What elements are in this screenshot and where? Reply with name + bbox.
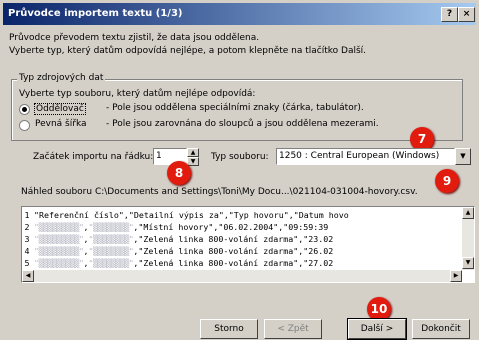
intro-line-2: Vyberte typ, který datům odpovídá nejlép… (9, 46, 367, 56)
file-type-dropdown-arrow[interactable]: ▼ (455, 148, 471, 165)
preview-label: Náhled souboru C:\Documents and Settings… (21, 187, 418, 197)
scroll-up-arrow-icon[interactable]: ▲ (462, 207, 474, 219)
finish-button[interactable]: Dokončit (412, 319, 470, 339)
source-type-prompt: Vyberte typ souboru, který datům nejlépe… (19, 89, 256, 99)
back-button[interactable]: < Zpět (264, 319, 322, 339)
start-row-spin-up[interactable]: ▲ (187, 148, 199, 157)
help-button[interactable]: ? (441, 7, 458, 22)
scroll-right-arrow-icon[interactable]: ▶ (450, 270, 462, 282)
start-row-label: Začátek importu na řádku: (33, 152, 154, 162)
callout-10: 10 (367, 297, 391, 321)
delimited-label[interactable]: Oddělovač (34, 103, 86, 115)
fixed-width-radio[interactable] (19, 120, 30, 131)
delimited-radio[interactable] (19, 104, 30, 115)
delimited-description: - Pole jsou oddělena speciálními znaky (… (106, 103, 364, 113)
next-button[interactable]: Další > (347, 318, 407, 340)
intro-line-1: Průvodce převodem textu zjistil, že data… (9, 33, 260, 43)
fixed-width-description: - Pole jsou zarovnána do sloupců a jsou … (106, 119, 379, 129)
preview-vertical-scrollbar[interactable]: ▲ ▼ (462, 207, 474, 270)
file-type-select[interactable]: 1250 : Central European (Windows) (276, 148, 455, 165)
title-bar: Průvodce importem textu (1/3) ? × (3, 3, 476, 25)
scroll-left-arrow-icon[interactable]: ◀ (22, 270, 34, 282)
preview-horizontal-scrollbar[interactable]: ◀ ▶ (22, 270, 462, 282)
import-wizard-dialog: Průvodce importem textu (1/3) ? × Průvod… (0, 0, 479, 340)
fixed-width-label[interactable]: Pevná šířka (35, 119, 87, 129)
callout-9: 9 (435, 169, 459, 193)
file-preview[interactable]: 1 "Referenční číslo","Detailní výpis za"… (21, 206, 475, 283)
file-type-label: Typ souboru: (211, 152, 269, 162)
cancel-button[interactable]: Storno (200, 319, 258, 339)
source-type-group-title: Typ zdrojových dat (17, 73, 106, 83)
callout-8: 8 (167, 161, 191, 185)
scroll-down-arrow-icon[interactable]: ▼ (462, 257, 474, 269)
close-button[interactable]: × (458, 7, 475, 22)
start-row-spin-down[interactable]: ▼ (187, 157, 199, 166)
window-title: Průvodce importem textu (1/3) (8, 8, 183, 19)
